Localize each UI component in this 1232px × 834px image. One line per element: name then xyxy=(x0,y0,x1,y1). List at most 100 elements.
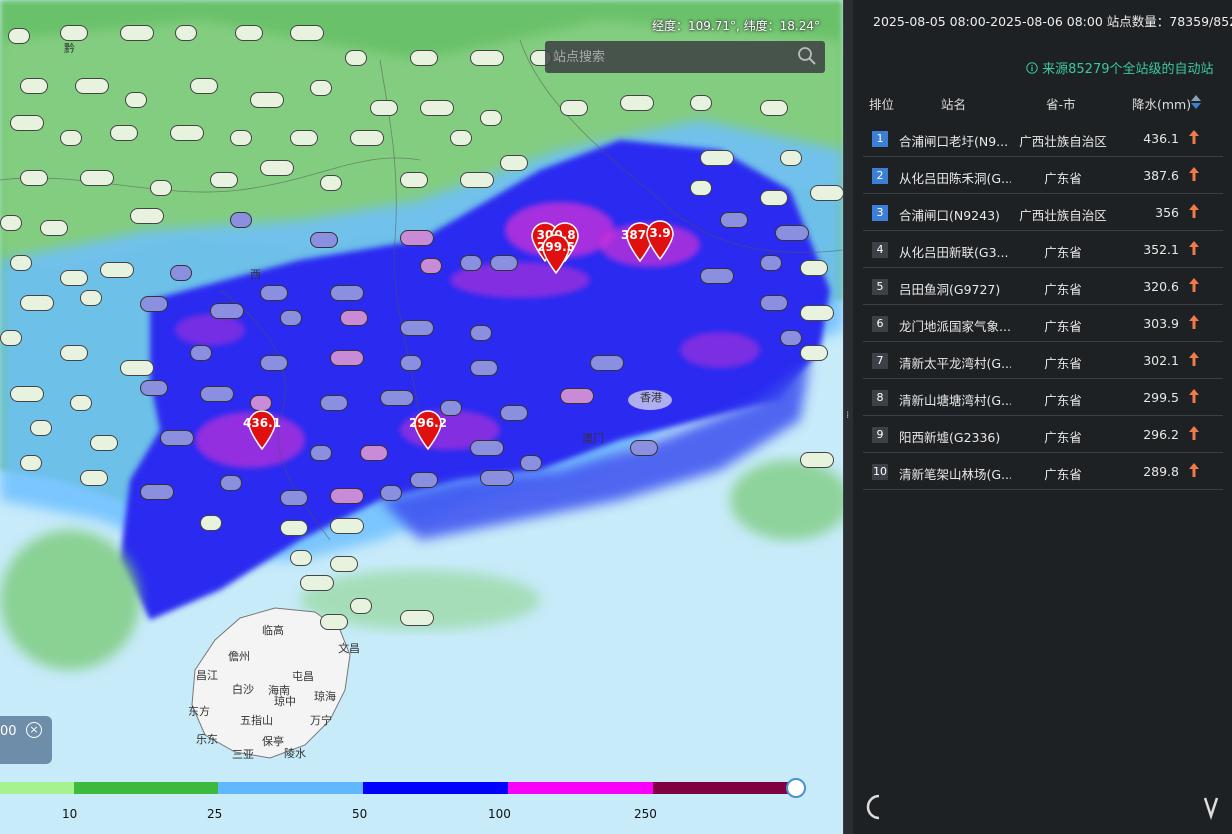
station-value-pill[interactable] xyxy=(0,330,22,346)
ranking-row[interactable]: 9 阳西新墟(G2336) 广东省 296.2 xyxy=(863,416,1223,453)
station-value-pill[interactable] xyxy=(690,180,712,196)
station-value-pill[interactable] xyxy=(330,488,364,504)
station-value-pill[interactable] xyxy=(470,360,498,376)
station-value-pill[interactable] xyxy=(120,25,154,41)
station-value-pill[interactable] xyxy=(260,355,288,371)
station-value-pill[interactable] xyxy=(470,440,504,456)
station-value-pill[interactable] xyxy=(260,160,294,176)
station-value-pill[interactable] xyxy=(20,78,48,94)
ranking-row[interactable]: 3 合浦闸口(N9243) 广西壮族自治区 356 xyxy=(863,194,1223,231)
station-value-pill[interactable] xyxy=(800,452,834,468)
station-value-pill[interactable] xyxy=(20,295,54,311)
station-value-pill[interactable] xyxy=(235,25,263,41)
station-value-pill[interactable] xyxy=(10,386,44,402)
station-value-pill[interactable] xyxy=(460,172,494,188)
station-value-pill[interactable] xyxy=(400,172,428,188)
station-value-pill[interactable] xyxy=(320,175,342,191)
station-value-pill[interactable] xyxy=(700,150,734,166)
station-value-pill[interactable] xyxy=(630,440,658,456)
ranking-row[interactable]: 2 从化吕田陈禾洞(G... 广东省 387.6 xyxy=(863,157,1223,194)
station-value-pill[interactable] xyxy=(40,220,68,236)
station-value-pill[interactable] xyxy=(70,395,92,411)
station-value-pill[interactable] xyxy=(75,78,109,94)
station-value-pill[interactable] xyxy=(290,130,318,146)
station-value-pill[interactable] xyxy=(560,100,588,116)
station-value-pill[interactable] xyxy=(500,155,528,171)
collapse-arrow-icon[interactable]: ⁞ xyxy=(846,410,849,421)
station-value-pill[interactable] xyxy=(130,208,164,224)
station-value-pill[interactable] xyxy=(330,556,358,572)
station-value-pill[interactable] xyxy=(60,130,82,146)
station-pin-marker[interactable]: 436.1 xyxy=(243,410,281,451)
station-value-pill[interactable] xyxy=(350,598,372,614)
station-value-pill[interactable] xyxy=(490,255,518,271)
station-value-pill[interactable] xyxy=(150,180,172,196)
station-value-pill[interactable] xyxy=(190,78,218,94)
ranking-row[interactable]: 4 从化吕田新联(G3... 广东省 352.1 xyxy=(863,231,1223,268)
ranking-row[interactable]: 1 合浦闸口老圩(N9... 广西壮族自治区 436.1 xyxy=(863,120,1223,157)
station-value-pill[interactable] xyxy=(800,260,828,276)
station-value-pill[interactable] xyxy=(20,170,48,186)
station-value-pill[interactable] xyxy=(10,255,32,271)
station-value-pill[interactable] xyxy=(250,92,284,108)
station-value-pill[interactable] xyxy=(400,355,422,371)
station-value-pill[interactable] xyxy=(340,310,368,326)
legend-slider-handle[interactable] xyxy=(786,778,806,798)
station-value-pill[interactable] xyxy=(140,484,174,500)
station-value-pill[interactable] xyxy=(310,80,332,96)
station-value-pill[interactable] xyxy=(100,262,134,278)
station-value-pill[interactable] xyxy=(30,420,52,436)
station-value-pill[interactable] xyxy=(380,390,414,406)
station-value-pill[interactable] xyxy=(200,515,222,531)
ranking-row[interactable]: 10 清新笔架山林场(G... 广东省 289.8 xyxy=(863,453,1223,490)
station-value-pill[interactable] xyxy=(140,296,168,312)
station-value-pill[interactable] xyxy=(250,395,272,411)
station-value-pill[interactable] xyxy=(460,255,482,271)
station-value-pill[interactable] xyxy=(120,360,154,376)
station-value-pill[interactable] xyxy=(310,232,338,248)
station-value-pill[interactable] xyxy=(590,355,624,371)
station-value-pill[interactable] xyxy=(330,285,364,301)
station-value-pill[interactable] xyxy=(800,305,834,321)
station-value-pill[interactable] xyxy=(60,25,88,41)
station-value-pill[interactable] xyxy=(330,518,364,534)
station-pin-marker[interactable]: 3.9 xyxy=(645,220,675,261)
station-value-pill[interactable] xyxy=(810,185,843,201)
station-value-pill[interactable] xyxy=(800,345,828,361)
close-icon[interactable]: × xyxy=(26,722,42,738)
station-value-pill[interactable] xyxy=(10,115,44,131)
station-value-pill[interactable] xyxy=(345,50,367,66)
station-value-pill[interactable] xyxy=(125,92,147,108)
rainfall-map[interactable]: 黔西香港 澳门 海南 儋州 临高 白沙 屯昌 琼海 五指山 琼中 万宁 昌江 东方 乐东 保亭 三亚 陵水 文昌 … xyxy=(0,0,843,834)
sort-icon[interactable] xyxy=(1190,94,1202,110)
station-value-pill[interactable] xyxy=(210,303,244,319)
station-pin-marker[interactable]: 299.5 xyxy=(537,234,575,275)
station-value-pill[interactable] xyxy=(160,430,194,446)
station-value-pill[interactable] xyxy=(80,290,102,306)
station-value-pill[interactable] xyxy=(560,388,594,404)
station-value-pill[interactable] xyxy=(175,25,197,41)
station-value-pill[interactable] xyxy=(500,405,528,421)
station-value-pill[interactable] xyxy=(780,150,802,166)
station-value-pill[interactable] xyxy=(720,212,748,228)
station-value-pill[interactable] xyxy=(320,614,348,630)
station-value-pill[interactable] xyxy=(480,470,514,486)
station-value-pill[interactable] xyxy=(760,255,782,271)
station-value-pill[interactable] xyxy=(350,130,384,146)
station-value-pill[interactable] xyxy=(380,485,402,501)
ranking-row[interactable]: 6 龙门地派国家气象... 广东省 303.9 xyxy=(863,305,1223,342)
station-value-pill[interactable] xyxy=(760,295,788,311)
station-value-pill[interactable] xyxy=(370,100,398,116)
station-value-pill[interactable] xyxy=(8,28,30,44)
station-value-pill[interactable] xyxy=(90,435,118,451)
station-value-pill[interactable] xyxy=(230,212,252,228)
station-value-pill[interactable] xyxy=(760,190,788,206)
station-value-pill[interactable] xyxy=(480,110,502,126)
ranking-row[interactable]: 8 清新山塘塘湾村(G... 广东省 299.5 xyxy=(863,379,1223,416)
station-value-pill[interactable] xyxy=(290,550,312,566)
station-value-pill[interactable] xyxy=(780,330,802,346)
station-value-pill[interactable] xyxy=(400,230,434,246)
station-value-pill[interactable] xyxy=(690,95,712,111)
station-value-pill[interactable] xyxy=(320,395,348,411)
station-pin-marker[interactable]: 296.2 xyxy=(409,410,447,451)
